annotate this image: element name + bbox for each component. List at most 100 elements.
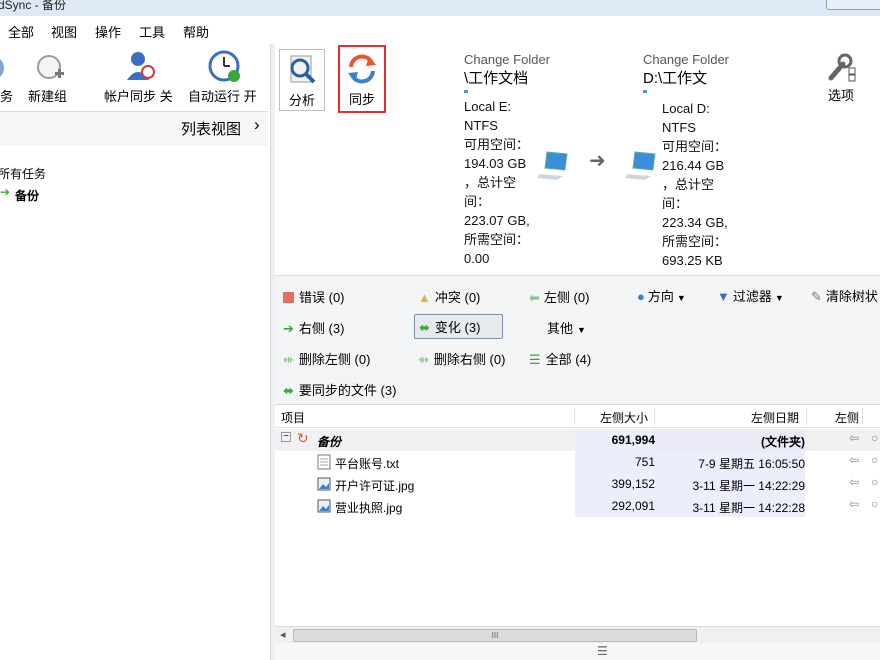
sync-arrows-icon: ⬌: [283, 383, 294, 398]
filter-right[interactable]: ➔ 右侧 (3): [283, 318, 344, 337]
analyze-label: 分析: [288, 93, 315, 108]
text-file-icon: [317, 454, 331, 470]
menu-icon[interactable]: ☰: [597, 644, 608, 658]
task-label[interactable]: 务: [0, 86, 13, 105]
magnifier-icon: [290, 55, 316, 84]
options-label: 选项: [827, 88, 854, 103]
folder-row[interactable]: − ↻ 备份 691,994 (文件夹) ⇦ ○: [275, 429, 880, 451]
menu-help[interactable]: 帮助: [183, 22, 209, 41]
file-date: 7-9 星期五 16:05:50: [698, 457, 805, 471]
filter-all-label: 全部 (4): [545, 352, 592, 367]
file-grid: 项目 左侧大小 左侧日期 左侧 − ↻ 备份 691,994 (文件夹) ⇦ ○…: [275, 404, 880, 627]
menu-action[interactable]: 操作: [95, 22, 121, 41]
source-line: 223.07 GB,: [464, 213, 530, 228]
file-name: 平台账号.txt: [335, 457, 400, 471]
chevron-right-icon[interactable]: ›: [254, 115, 260, 135]
filter-panel: 错误 (0) ▲ 冲突 (0) ⬅ 左侧 (0) ● 方向 ▼ ▼ 过滤器 ▼ ✎ 清除树状 …: [275, 275, 880, 404]
column-item[interactable]: 项目: [281, 409, 305, 426]
menu-bar: 全部 视图 操作 工具 帮助: [0, 18, 880, 42]
target-line: 223.34 GB,: [662, 215, 728, 230]
filter-filter[interactable]: ▼ 过滤器 ▼: [717, 286, 784, 305]
collapse-icon[interactable]: −: [281, 432, 291, 442]
filter-right-label: 右侧 (3): [298, 321, 345, 336]
window-controls[interactable]: [826, 0, 880, 10]
arrow-left-icon[interactable]: ⇦: [849, 431, 859, 445]
task-icon: [0, 59, 4, 77]
new-group-label[interactable]: 新建组: [28, 86, 67, 105]
target-line: 216.44 GB: [662, 158, 725, 173]
auto-run-label[interactable]: 自动运行 开: [188, 86, 257, 105]
task-tree: 所有任务 ➔ 备份: [0, 146, 268, 656]
account-sync-label[interactable]: 帐户同步 关: [104, 86, 173, 105]
target-line: Local D:: [662, 101, 710, 116]
filter-errors[interactable]: 错误 (0): [283, 287, 345, 306]
tree-item-all-tasks[interactable]: 所有任务: [0, 165, 46, 182]
target-path[interactable]: D:\工作文: [643, 69, 733, 88]
auto-run-button[interactable]: [208, 50, 242, 87]
table-row[interactable]: 平台账号.txt 751 7-9 星期五 16:05:50 ⇦ ○: [275, 451, 880, 473]
arrow-left-icon[interactable]: ⇦: [849, 497, 859, 511]
image-file-icon: [317, 477, 331, 491]
analyze-button[interactable]: 分析: [279, 49, 325, 111]
filter-conflicts[interactable]: ▲ 冲突 (0): [418, 287, 480, 306]
file-name: 营业执照.jpg: [335, 501, 403, 515]
column-left-date[interactable]: 左侧日期: [751, 409, 799, 426]
account-sync-icon: [127, 52, 155, 80]
filter-direction[interactable]: ● 方向 ▼: [637, 286, 686, 305]
horizontal-scrollbar[interactable]: ◂ III: [275, 626, 880, 643]
column-separator[interactable]: [654, 407, 655, 425]
image-file-icon: [317, 499, 331, 513]
source-path[interactable]: \工作文档: [464, 69, 574, 88]
target-line: 间：: [662, 196, 689, 211]
source-line: NTFS: [464, 118, 498, 133]
target-header: Change Folder: [643, 52, 729, 67]
clear-tree-button[interactable]: ✎ 清除树状: [811, 286, 878, 305]
filter-to-sync[interactable]: ⬌ 要同步的文件 (3): [283, 380, 396, 399]
column-left-size[interactable]: 左侧大小: [600, 409, 648, 426]
table-row[interactable]: 开户许可证.jpg 399,152 3-11 星期一 14:22:29 ⇦ ○: [275, 473, 880, 495]
column-separator[interactable]: [862, 407, 863, 425]
task-button[interactable]: [0, 54, 6, 85]
menu-tools[interactable]: 工具: [139, 22, 165, 41]
folder-size: 691,994: [611, 433, 655, 447]
menu-all[interactable]: 全部: [8, 22, 34, 41]
status-icon: ○: [871, 475, 879, 489]
tree-item-backup[interactable]: 备份: [15, 187, 39, 204]
column-separator[interactable]: [574, 407, 575, 425]
filter-left-label: 左侧 (0): [543, 290, 590, 305]
column-separator[interactable]: [806, 407, 807, 425]
menu-view[interactable]: 视图: [51, 22, 77, 41]
filter-all[interactable]: ☰ 全部 (4): [529, 349, 591, 368]
table-row[interactable]: 营业执照.jpg 292,091 3-11 星期一 14:22:28 ⇦ ○: [275, 495, 880, 517]
title-bar: dSync - 备份: [0, 0, 880, 16]
account-sync-button[interactable]: [124, 50, 158, 85]
filter-delete-left-label: 删除左侧 (0): [298, 352, 371, 367]
filter-delete-left[interactable]: ⇺ 删除左侧 (0): [283, 349, 370, 368]
scroll-left-arrow[interactable]: ◂: [280, 628, 286, 641]
status-icon: ○: [871, 453, 879, 467]
filter-changes[interactable]: ⬌ 变化 (3): [414, 314, 504, 339]
source-header: Change Folder: [464, 52, 550, 67]
sync-button[interactable]: 同步: [338, 45, 386, 113]
list-view-label[interactable]: 列表视图: [181, 118, 241, 139]
arrow-left-icon[interactable]: ⇦: [849, 475, 859, 489]
clear-tree-label: 清除树状: [825, 289, 878, 304]
options-button[interactable]: 选项: [821, 50, 861, 112]
list-view-header[interactable]: 列表视图 ›: [0, 111, 268, 147]
sync-icon: [348, 54, 376, 84]
arrow-left-icon: ⬅: [529, 290, 540, 305]
computer-icon: [625, 151, 656, 180]
new-group-button[interactable]: [36, 54, 66, 85]
sync-icon: ↻: [297, 430, 309, 446]
target-progress: [643, 90, 647, 93]
change-icon: ⬌: [419, 320, 430, 335]
status-bar: ☰: [275, 643, 880, 660]
arrow-left-icon[interactable]: ⇦: [849, 453, 859, 467]
filter-other[interactable]: 其他 ▼: [547, 318, 586, 337]
filter-left[interactable]: ⬅ 左侧 (0): [529, 287, 589, 306]
scroll-thumb[interactable]: III: [293, 629, 697, 642]
column-left[interactable]: 左侧: [835, 409, 859, 426]
filter-delete-right[interactable]: ⇻ 删除右侧 (0): [418, 349, 505, 368]
delete-right-icon: ⇻: [418, 352, 429, 367]
arrow-right-icon: ➔: [283, 321, 294, 336]
